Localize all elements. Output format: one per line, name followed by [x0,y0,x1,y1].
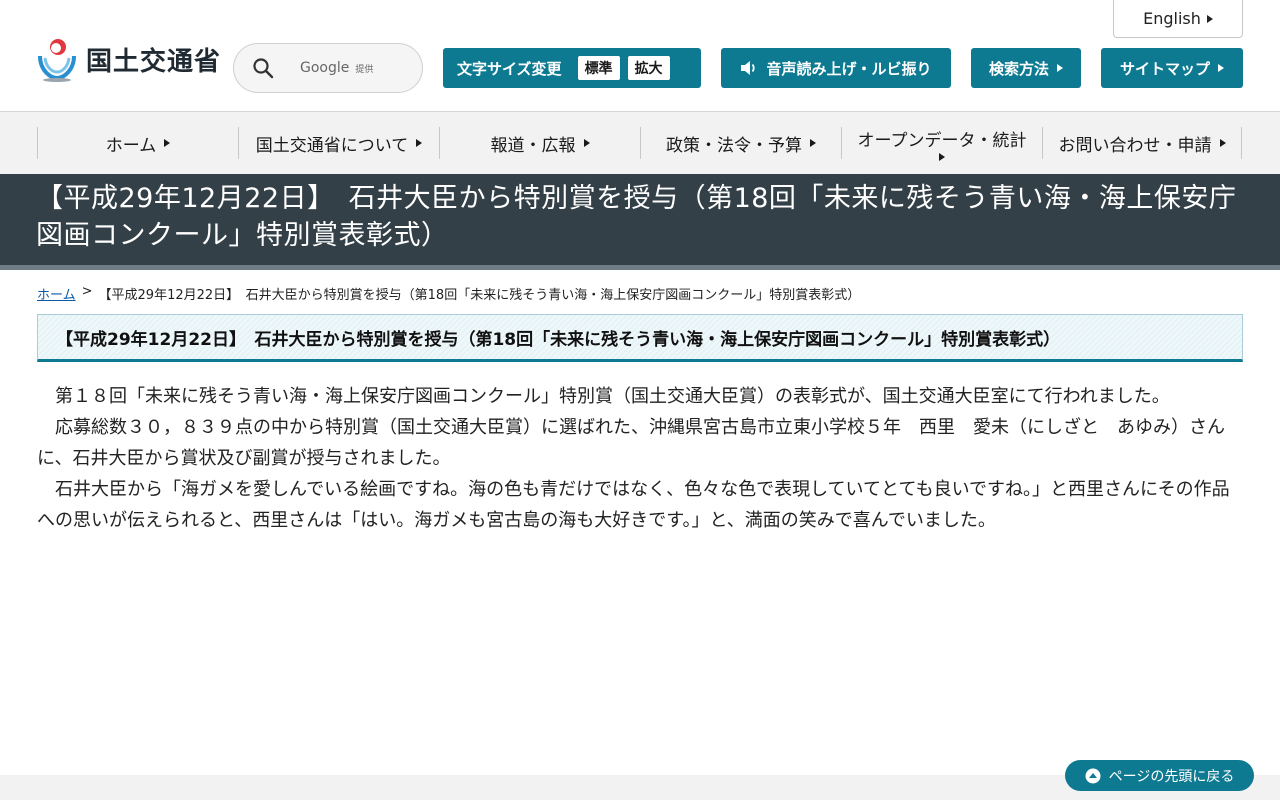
nav-item-opendata[interactable]: オープンデータ・統計 [841,127,1042,161]
voice-ruby-button[interactable]: 音声読み上げ・ルビ振り [721,48,951,88]
search-icon [253,58,274,79]
font-size-label: 文字サイズ変更 [457,59,562,78]
triangle-right-icon [1206,14,1213,23]
search-brand-sub: 提供 [355,64,374,75]
page-title: 【平成29年12月22日】 石井大臣から特別賞を授与（第18回「未来に残そう青い… [36,183,1237,251]
page-title-band: 【平成29年12月22日】 石井大臣から特別賞を授与（第18回「未来に残そう青い… [0,174,1280,270]
font-size-control: 文字サイズ変更 標準 拡大 [443,48,701,88]
nav-item-label: 報道・広報 [490,135,576,156]
nav-item-contact[interactable]: お問い合わせ・申請 [1042,127,1242,159]
font-size-large-button[interactable]: 拡大 [627,56,670,80]
breadcrumb-current: 【平成29年12月22日】 石井大臣から特別賞を授与（第18回「未来に残そう青い… [98,288,861,303]
sitemap-label: サイトマップ [1119,59,1210,78]
nav-item-home[interactable]: ホーム [37,127,238,159]
article-paragraph: 応募総数３０，８３９点の中から特別賞（国土交通大臣賞）に選ばれた、沖縄県宮古島市… [37,417,1225,469]
logo-text: 国土交通省 [86,46,222,77]
triangle-right-icon [416,139,423,147]
breadcrumb: ホーム > 【平成29年12月22日】 石井大臣から特別賞を授与（第18回「未来… [37,284,860,303]
nav-item-label: ホーム [105,135,157,156]
back-to-top-button[interactable]: ページの先頭に戻る [1065,760,1254,791]
triangle-right-icon [810,139,816,147]
font-size-standard-button[interactable]: 標準 [577,56,620,80]
nav-item-label: お問い合わせ・申請 [1058,135,1212,156]
article-paragraph: 第１８回「未来に残そう青い海・海上保安庁図画コンクール」特別賞（国土交通大臣賞）… [55,386,1170,407]
breadcrumb-home-link[interactable]: ホーム [37,284,76,303]
site-logo[interactable]: 国土交通省 [36,36,221,82]
search-brand: Google [300,60,350,76]
site-search-input[interactable]: Google 提供 [233,43,423,93]
article-heading: 【平成29年12月22日】 石井大臣から特別賞を授与（第18回「未来に残そう青い… [56,329,1061,350]
english-link[interactable]: English [1113,0,1243,38]
breadcrumb-separator: > [81,284,93,299]
back-to-top-label: ページの先頭に戻る [1108,768,1235,785]
nav-item-label: 国土交通省について [255,135,409,156]
search-howto-label: 検索方法 [988,59,1049,78]
english-label: English [1143,9,1201,28]
site-header: English 国土交通省 Google 提供 文字サイズ変更 標準 拡大 音声… [0,0,1280,112]
search-howto-button[interactable]: 検索方法 [971,48,1081,88]
global-nav: ホーム 国土交通省について 報道・広報 政策・法令・予算 オープンデータ・統計 … [0,112,1280,174]
nav-item-press[interactable]: 報道・広報 [439,127,640,159]
sitemap-button[interactable]: サイトマップ [1101,48,1243,88]
triangle-right-icon [164,139,171,147]
arrow-up-circle-icon [1085,768,1101,783]
nav-item-policy[interactable]: 政策・法令・予算 [640,127,841,159]
article-paragraph: 石井大臣から「海ガメを愛しんでいる絵画ですね。海の色も青だけではなく、色々な色で… [37,479,1230,531]
triangle-right-icon [1057,64,1063,72]
triangle-right-icon [939,152,945,161]
triangle-right-icon [1218,64,1224,72]
voice-label: 音声読み上げ・ルビ振り [766,59,932,78]
nav-item-about[interactable]: 国土交通省について [238,127,439,159]
triangle-right-icon [1219,139,1226,147]
nav-item-label: オープンデータ・統計 [857,130,1027,151]
triangle-right-icon [583,139,590,147]
nav-item-label: 政策・法令・予算 [666,135,802,156]
article-heading-box: 【平成29年12月22日】 石井大臣から特別賞を授与（第18回「未来に残そう青い… [37,314,1243,362]
mlit-logo-icon [38,39,76,82]
speaker-icon [741,61,756,75]
article-body: 第１８回「未来に残そう青い海・海上保安庁図画コンクール」特別賞（国土交通大臣賞）… [37,381,1233,536]
